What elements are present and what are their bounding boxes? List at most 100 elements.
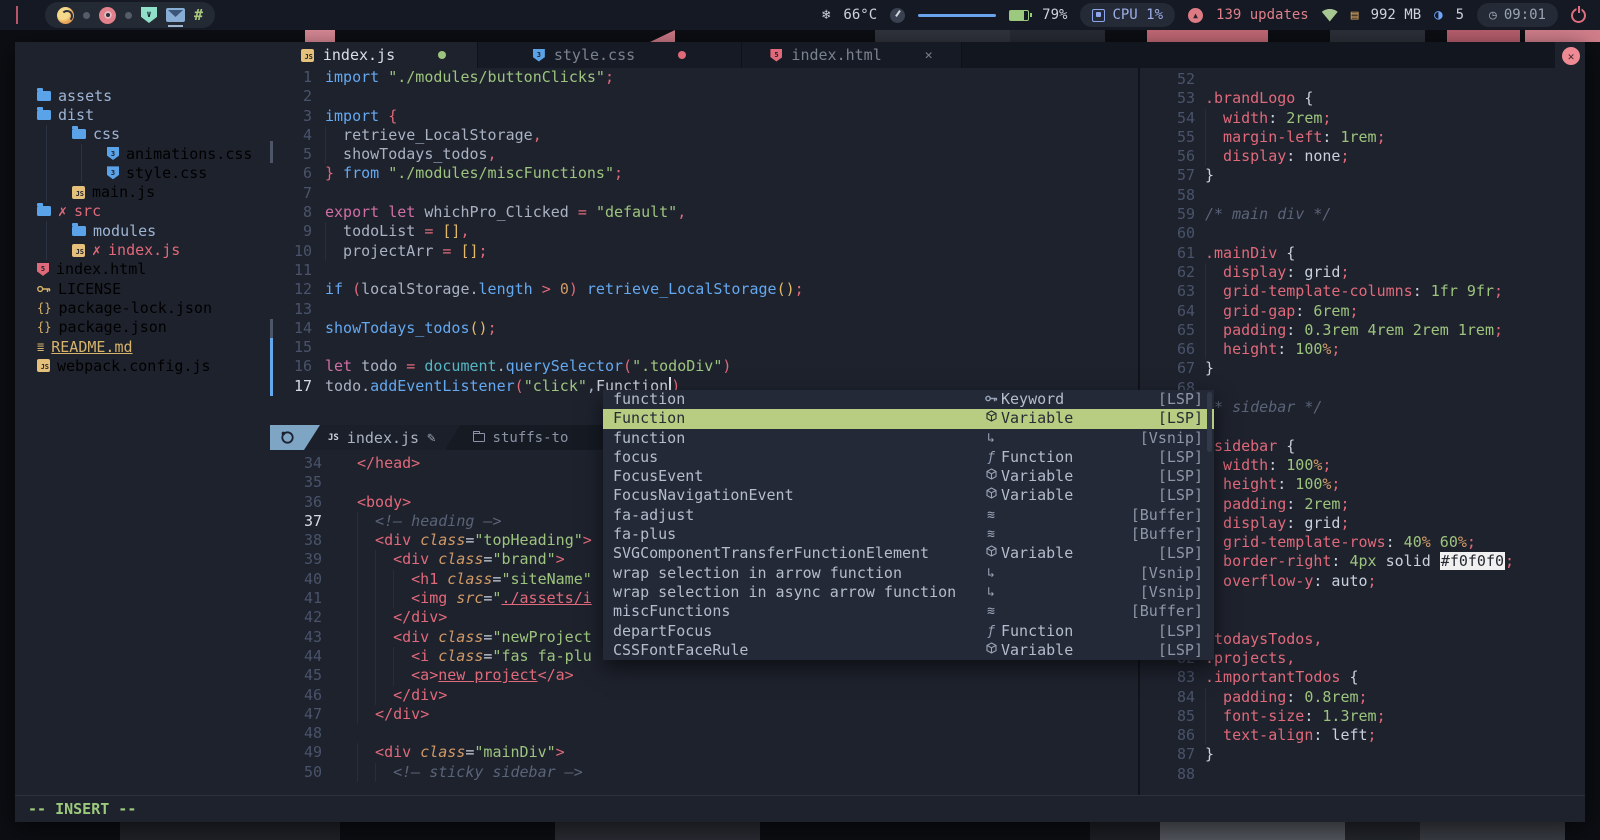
- code-line[interactable]: 67}: [1140, 359, 1585, 378]
- code-line[interactable]: 58: [1140, 186, 1585, 205]
- workspace-indicator[interactable]: [16, 6, 18, 24]
- line-content: .projects,: [1205, 649, 1295, 668]
- completion-item[interactable]: fa-plus≋[Buffer]: [603, 525, 1214, 544]
- wifi-icon[interactable]: [1322, 9, 1338, 22]
- tree-item-src[interactable]: ✗src: [15, 202, 270, 221]
- completion-item[interactable]: function↳[Vsnip]: [603, 429, 1214, 448]
- tree-item-LICENSE[interactable]: LICENSE: [15, 279, 270, 298]
- code-line[interactable]: 61.mainDiv {: [1140, 244, 1585, 263]
- tree-item-package-lock-json[interactable]: {}package-lock.json: [15, 298, 270, 317]
- code-line[interactable]: 46 </div>: [270, 686, 1138, 705]
- code-line[interactable]: 60: [1140, 224, 1585, 243]
- brightness-slider[interactable]: [918, 14, 996, 17]
- firefox-icon[interactable]: [57, 7, 74, 24]
- tree-item-webpack-config-js[interactable]: JSwebpack.config.js: [15, 356, 270, 375]
- tree-item-main-js[interactable]: JSmain.js: [15, 182, 270, 201]
- completion-item[interactable]: FunctionVariable[LSP]: [603, 409, 1214, 428]
- code-line[interactable]: 50 <!— sticky sidebar —>: [270, 763, 1138, 782]
- completion-item[interactable]: focusƒFunction[LSP]: [603, 448, 1214, 467]
- hash-icon[interactable]: #: [194, 6, 203, 24]
- code-line[interactable]: 3import {: [270, 107, 1138, 126]
- mail-icon[interactable]: [166, 8, 185, 22]
- code-line[interactable]: 86 text-align: left;: [1140, 726, 1585, 745]
- completion-item[interactable]: SVGComponentTransferFunctionElementVaria…: [603, 544, 1214, 563]
- tab-index-html[interactable]: 5index.html✕: [742, 42, 962, 68]
- completion-item[interactable]: fa-adjust≋[Buffer]: [603, 506, 1214, 525]
- css-shield-icon: 3: [107, 147, 119, 160]
- tab-close-icon[interactable]: ✕: [925, 48, 933, 63]
- code-line[interactable]: 1import "./modules/buttonClicks";: [270, 68, 1138, 87]
- line-number: 1: [270, 68, 312, 87]
- tree-item-assets[interactable]: assets: [15, 86, 270, 105]
- code-line[interactable]: 4 retrieve_LocalStorage,: [270, 126, 1138, 145]
- code-line[interactable]: 48: [270, 724, 1138, 743]
- tree-item-modules[interactable]: modules: [15, 221, 270, 240]
- code-line[interactable]: 10 projectArr = [];: [270, 242, 1138, 261]
- tree-item-dist[interactable]: dist: [15, 105, 270, 124]
- code-line[interactable]: 16let todo = document.querySelector(".to…: [270, 357, 1138, 376]
- code-line[interactable]: 62 display: grid;: [1140, 263, 1585, 282]
- updates-value[interactable]: 139 updates: [1216, 7, 1309, 23]
- window-close-button[interactable]: ✕: [1562, 47, 1580, 65]
- line-number: 86: [1140, 726, 1195, 745]
- code-line[interactable]: 55 margin-left: 1rem;: [1140, 128, 1585, 147]
- tree-item-css[interactable]: css: [15, 125, 270, 144]
- code-line[interactable]: 84 padding: 0.8rem;: [1140, 688, 1585, 707]
- code-line[interactable]: 47 </div>: [270, 705, 1138, 724]
- code-line[interactable]: 45 <a>new project</a>: [270, 666, 1138, 685]
- cpu-widget[interactable]: CPU 1%: [1080, 3, 1175, 27]
- code-line[interactable]: 87}: [1140, 745, 1585, 764]
- code-line[interactable]: 88: [1140, 765, 1585, 784]
- completion-item[interactable]: miscFunctions≋[Buffer]: [603, 602, 1214, 621]
- code-line[interactable]: 83.importantTodos {: [1140, 668, 1585, 687]
- tree-item-index-js[interactable]: JS✗index.js: [15, 240, 270, 259]
- completion-item[interactable]: functionKeyword[LSP]: [603, 390, 1214, 409]
- clock-widget[interactable]: ◷09:01: [1477, 3, 1558, 27]
- code-line[interactable]: 54 width: 2rem;: [1140, 109, 1585, 128]
- tree-item-package-json[interactable]: {}package.json: [15, 318, 270, 337]
- tab-index-js[interactable]: JSindex.js: [270, 42, 478, 68]
- tree-item-README-md[interactable]: ≣README.md: [15, 337, 270, 356]
- line-number: 7: [270, 184, 312, 203]
- completion-item[interactable]: CSSFontFaceRuleVariable[LSP]: [603, 641, 1214, 660]
- code-line[interactable]: 11: [270, 261, 1138, 280]
- code-line[interactable]: 57}: [1140, 166, 1585, 185]
- code-line[interactable]: 53.brandLogo {: [1140, 89, 1585, 108]
- code-line[interactable]: 15: [270, 338, 1138, 357]
- pocket-shield-icon[interactable]: ∨: [141, 7, 157, 23]
- code-line[interactable]: 5 showTodays_todos,: [270, 145, 1138, 164]
- code-line[interactable]: 64 grid-gap: 6rem;: [1140, 302, 1585, 321]
- code-line[interactable]: 66 height: 100%;: [1140, 340, 1585, 359]
- code-line[interactable]: 9 todoList = [],: [270, 222, 1138, 241]
- code-line[interactable]: 65 padding: 0.3rem 4rem 2rem 1rem;: [1140, 321, 1585, 340]
- code-line[interactable]: 52: [1140, 70, 1585, 89]
- tree-item-index-html[interactable]: 5index.html: [15, 260, 270, 279]
- code-line[interactable]: 85 font-size: 1.3rem;: [1140, 707, 1585, 726]
- code-line[interactable]: 8export let whichPro_Clicked = "default"…: [270, 203, 1138, 222]
- completion-item[interactable]: wrap selection in async arrow function↳[…: [603, 583, 1214, 602]
- tree-item-style-css[interactable]: 3style.css: [15, 163, 270, 182]
- code-line[interactable]: 56 display: none;: [1140, 147, 1585, 166]
- file-explorer: assetsdistcss3animations.css3style.cssJS…: [15, 68, 270, 795]
- code-line[interactable]: 63 grid-template-columns: 1fr 9fr;: [1140, 282, 1585, 301]
- editor-pane-indexjs[interactable]: 1import "./modules/buttonClicks";23impor…: [270, 68, 1138, 425]
- tab-style-css[interactable]: 3style.css: [478, 42, 742, 68]
- code-line[interactable]: 13: [270, 300, 1138, 319]
- completion-item[interactable]: FocusNavigationEventVariable[LSP]: [603, 486, 1214, 505]
- completion-item[interactable]: departFocusƒFunction[LSP]: [603, 622, 1214, 641]
- code-line[interactable]: 12if (localStorage.length > 0) retrieve_…: [270, 280, 1138, 299]
- code-line[interactable]: 59/* main div */: [1140, 205, 1585, 224]
- power-icon[interactable]: [1571, 8, 1586, 23]
- tree-item-animations-css[interactable]: 3animations.css: [15, 144, 270, 163]
- code-line[interactable]: 14showTodays_todos();: [270, 319, 1138, 338]
- completion-item[interactable]: FocusEventVariable[LSP]: [603, 467, 1214, 486]
- css-shield-icon: 3: [107, 166, 119, 179]
- code-line[interactable]: 49 <div class="mainDiv">: [270, 743, 1138, 762]
- line-content: display: none;: [1205, 147, 1349, 166]
- code-line[interactable]: 7: [270, 184, 1138, 203]
- popup-scrollbar[interactable]: [1207, 392, 1212, 452]
- code-line[interactable]: 2: [270, 87, 1138, 106]
- completion-item[interactable]: wrap selection in arrow function↳[Vsnip]: [603, 564, 1214, 583]
- chrome-icon[interactable]: [99, 7, 116, 24]
- code-line[interactable]: 6} from "./modules/miscFunctions";: [270, 164, 1138, 183]
